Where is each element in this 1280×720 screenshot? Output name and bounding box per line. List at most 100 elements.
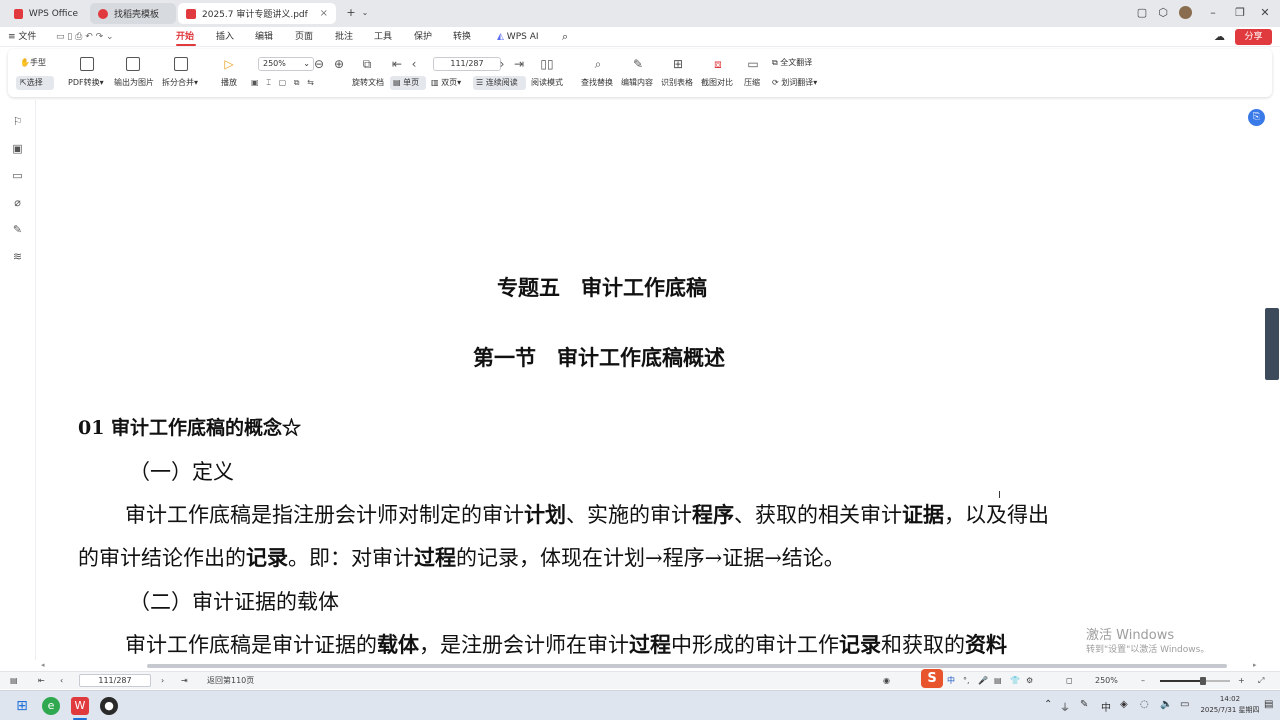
eye-icon[interactable]: ◉	[883, 675, 890, 687]
last-page-status-icon[interactable]: ⇥	[181, 675, 188, 687]
rotate-button[interactable]: 旋转文档	[352, 77, 384, 89]
zoom-out-icon[interactable]: ⊖	[311, 57, 327, 71]
menu-protect[interactable]: 保护	[414, 30, 432, 44]
prev-page-icon[interactable]: ‹	[406, 57, 422, 71]
menu-insert[interactable]: 插入	[216, 30, 234, 44]
sidebar-toggle-icon[interactable]: ▤	[10, 675, 18, 687]
menu-home[interactable]: 开始	[176, 30, 194, 44]
scroll-left-icon[interactable]: ◂	[41, 661, 45, 669]
goto-previous-page-link[interactable]: 返回第110页	[207, 675, 254, 687]
comment-icon[interactable]: ▭	[11, 169, 24, 182]
tray-volume-icon[interactable]: 🔈	[1160, 699, 1172, 710]
menu-convert[interactable]: 转换	[453, 30, 471, 44]
tray-app-icon[interactable]: ◈	[1120, 699, 1128, 710]
read-mode-button[interactable]: 阅读模式	[531, 77, 563, 89]
ime-skin-icon[interactable]: 👕	[1010, 675, 1020, 687]
tab-close-icon[interactable]: ×	[320, 8, 328, 19]
first-page-status-icon[interactable]: ⇤	[38, 675, 45, 687]
avatar[interactable]	[1176, 5, 1194, 21]
minimize-icon[interactable]: –	[1204, 5, 1222, 21]
windows-start-icon[interactable]: ⊞	[13, 697, 31, 715]
float-tool-icon[interactable]: ⎘	[1248, 109, 1265, 126]
pdf-convert-button[interactable]: PDF转换▾	[68, 77, 104, 89]
menu-edit[interactable]: 编辑	[255, 30, 273, 44]
zoom-slider[interactable]	[1160, 677, 1230, 685]
tab-pdf-document[interactable]: 2025.7 审计专题讲义.pdf ×	[178, 3, 336, 24]
continuous-reading-button[interactable]: ☰ 连续阅读	[476, 77, 518, 89]
ime-chinese-mode[interactable]: 中	[947, 675, 955, 687]
right-side-panel-handle[interactable]	[1265, 308, 1279, 380]
hand-tool-button[interactable]: ✋手型	[20, 57, 46, 69]
share-button[interactable]: 分享	[1235, 29, 1272, 45]
first-page-icon[interactable]: ⇤	[389, 57, 405, 71]
search-icon[interactable]: ⌕	[562, 30, 568, 44]
tab-docer-templates[interactable]: 找稻壳模板	[90, 3, 176, 24]
ime-tools-icon[interactable]: ⚙	[1026, 675, 1033, 687]
page-number-input[interactable]: 111/287	[433, 57, 501, 71]
split-merge-button[interactable]: 拆分合并▾	[162, 77, 198, 89]
menu-file[interactable]: ≡ 文件	[8, 30, 36, 44]
obs-icon[interactable]: ●	[100, 697, 118, 715]
attachment-icon[interactable]: ⌀	[11, 196, 24, 209]
fit-page-icon[interactable]: ⧉	[359, 57, 375, 71]
quick-access-icons[interactable]: ▭ ▯ ⎙ ↶ ↷ ⌄	[56, 30, 114, 44]
ime-punctuation-icon[interactable]: °,	[963, 675, 970, 687]
double-page-button[interactable]: ▥ 双页▾	[431, 77, 461, 89]
export-image-button[interactable]: 输出为图片	[114, 77, 154, 89]
scroll-right-icon[interactable]: ▸	[1253, 661, 1257, 669]
tray-network-icon[interactable]: ◌	[1140, 699, 1149, 710]
fit-width-icon[interactable]: ⤢	[1258, 675, 1264, 687]
zoom-slider-knob[interactable]	[1200, 677, 1207, 685]
notification-icon[interactable]: ▤	[1264, 699, 1273, 710]
scrollbar-thumb[interactable]	[147, 664, 1227, 668]
view-tool-icons[interactable]: ▣ ⌶ ▢ ⧉ ⇆	[251, 77, 314, 89]
layers-icon[interactable]: ≋	[11, 250, 24, 263]
tray-usb-icon[interactable]: ⏚	[1060, 699, 1070, 714]
fullscreen-icon[interactable]: ◻	[1066, 675, 1073, 687]
zoom-in-icon[interactable]: ⊕	[331, 57, 347, 71]
play-button[interactable]: 播放	[221, 77, 237, 89]
tray-ime-indicator[interactable]: 中	[1101, 699, 1111, 714]
full-translate-button[interactable]: ⧉ 全文翻译	[772, 57, 812, 69]
single-page-button[interactable]: ▤ 单页	[393, 77, 419, 89]
next-page-status-icon[interactable]: ›	[161, 675, 164, 687]
tab-list-chevron-icon[interactable]: ⌄	[356, 5, 374, 21]
tab-wps-office[interactable]: WPS Office	[6, 3, 86, 24]
tray-pen-icon[interactable]: ✎	[1080, 699, 1088, 710]
status-zoom-in-icon[interactable]: +	[1238, 675, 1245, 687]
zoom-select[interactable]: 250% ⌄	[258, 57, 314, 71]
cube-icon[interactable]: ⬡	[1154, 5, 1172, 21]
taskbar-clock[interactable]: 14:02 2025/7/31 星期四	[1200, 694, 1260, 716]
last-page-icon[interactable]: ⇥	[511, 57, 527, 71]
edit-content-button[interactable]: 编辑内容	[621, 77, 653, 89]
status-zoom-value[interactable]: 250%	[1095, 675, 1118, 687]
menu-wps-ai[interactable]: ◭ WPS AI	[497, 30, 539, 44]
read-mode-icon[interactable]: ▯▯	[539, 57, 555, 71]
document-view[interactable]: 专题五 审计工作底稿 第一节 审计工作底稿概述 01 审计工作底稿的概念☆ （一…	[37, 100, 1263, 660]
horizontal-scrollbar[interactable]: ◂ ▸	[37, 661, 1263, 671]
ime-voice-icon[interactable]: 🎤	[978, 675, 988, 687]
tray-battery-icon[interactable]: ▭	[1180, 699, 1189, 710]
thumbnail-icon[interactable]: ▣	[11, 142, 24, 155]
next-page-icon[interactable]: ›	[494, 57, 510, 71]
bookmark-icon[interactable]: ⚐	[11, 115, 24, 128]
select-tool-button[interactable]: ⇱选择	[20, 77, 43, 89]
menu-page[interactable]: 页面	[295, 30, 313, 44]
sogou-ime-icon[interactable]: S	[921, 669, 943, 688]
window-layout-icon[interactable]: ▢	[1133, 5, 1151, 21]
restore-icon[interactable]: ❐	[1231, 5, 1249, 21]
status-page-input[interactable]: 111/287	[79, 674, 151, 687]
word-translate-button[interactable]: ⟳ 划词翻译▾	[772, 77, 817, 89]
signature-icon[interactable]: ✎	[11, 223, 24, 236]
find-replace-button[interactable]: 查找替换	[581, 77, 613, 89]
wps-taskbar-icon[interactable]: W	[71, 697, 89, 715]
close-window-icon[interactable]: ✕	[1256, 5, 1274, 21]
tray-chevron-icon[interactable]: ⌃	[1044, 699, 1052, 710]
menu-tools[interactable]: 工具	[374, 30, 392, 44]
edge-browser-icon[interactable]: e	[42, 697, 60, 715]
menu-annotate[interactable]: 批注	[335, 30, 353, 44]
cloud-sync-icon[interactable]: ☁	[1214, 30, 1225, 44]
ime-keyboard-icon[interactable]: ▤	[994, 675, 1002, 687]
screenshot-compare-button[interactable]: 截图对比	[701, 77, 733, 89]
status-zoom-out-icon[interactable]: –	[1141, 675, 1145, 687]
